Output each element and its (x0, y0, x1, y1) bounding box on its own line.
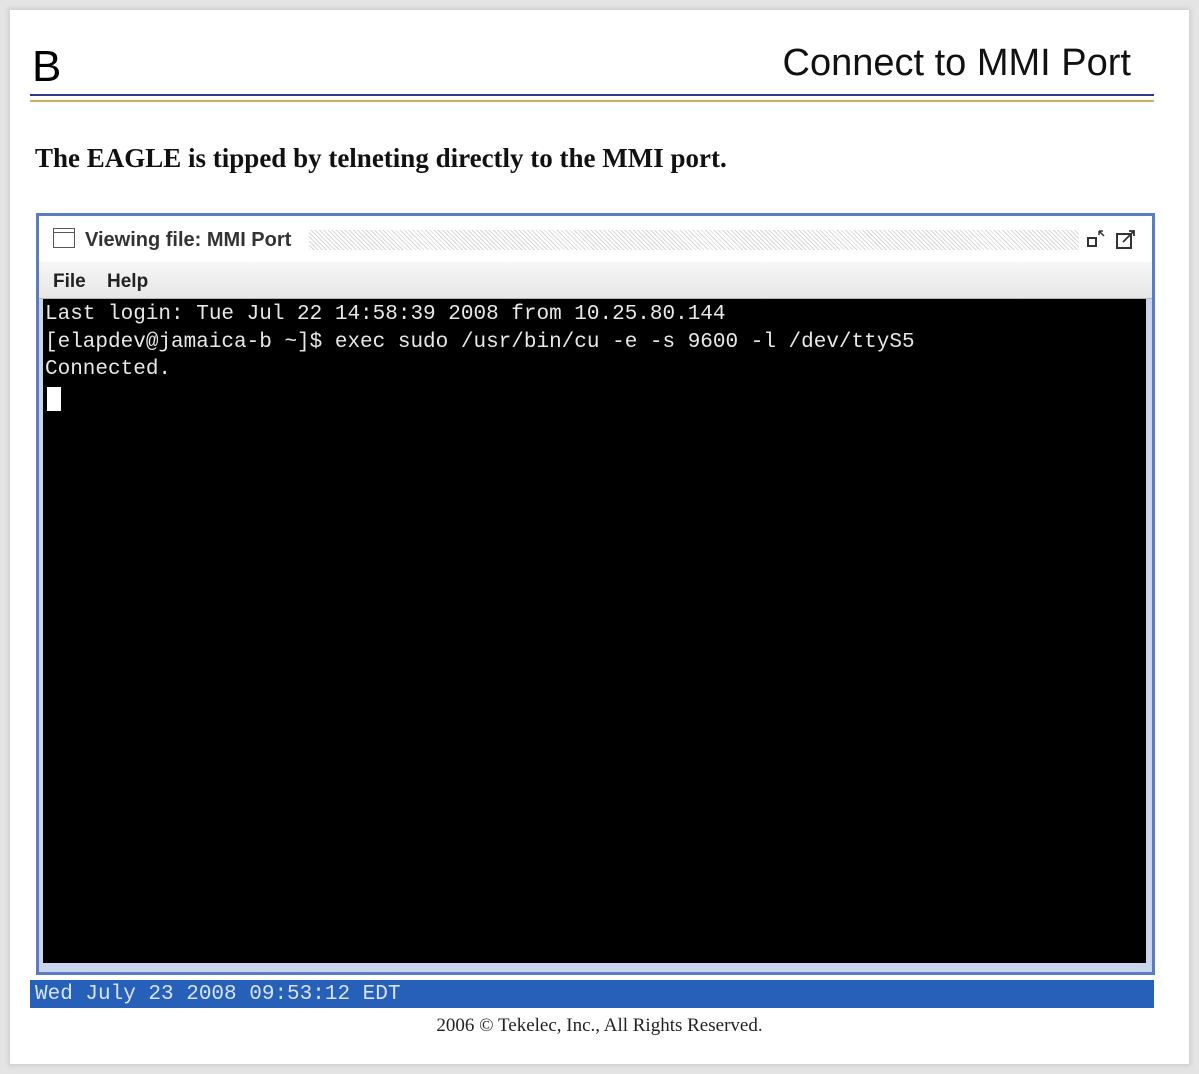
window-titlebar[interactable]: Viewing file: MMI Port (39, 216, 1152, 262)
minimize-icon[interactable] (1085, 228, 1107, 256)
status-datetime: Wed July 23 2008 09:53:12 EDT (35, 983, 401, 1006)
menu-bar: File Help (39, 262, 1152, 299)
terminal-line: Connected. (45, 358, 172, 381)
status-bar: Wed July 23 2008 09:53:12 EDT (30, 980, 1154, 1008)
page-title: Connect to MMI Port (782, 42, 1131, 84)
slide-subtitle: The EAGLE is tipped by telneting directl… (35, 143, 727, 173)
menu-help[interactable]: Help (107, 271, 148, 293)
terminal-line: Last login: Tue Jul 22 14:58:39 2008 fro… (45, 303, 726, 326)
copyright-footer: 2006 © Tekelec, Inc., All Rights Reserve… (436, 1015, 763, 1036)
terminal-line: [elapdev@jamaica-b ~]$ exec sudo /usr/bi… (45, 331, 915, 354)
slide: B Connect to MMI Port The EAGLE is tippe… (10, 10, 1189, 1064)
terminal-output[interactable]: Last login: Tue Jul 22 14:58:39 2008 fro… (43, 299, 1146, 963)
title-divider-gold (30, 100, 1154, 102)
titlebar-pattern (309, 230, 1079, 250)
section-letter: B (32, 42, 62, 91)
terminal-window: Viewing file: MMI Port File Help Last lo… (36, 213, 1155, 975)
maximize-icon[interactable] (1114, 228, 1138, 258)
terminal-cursor (47, 387, 61, 411)
window-icon (53, 228, 75, 248)
window-title: Viewing file: MMI Port (85, 229, 296, 252)
menu-file[interactable]: File (53, 271, 86, 293)
title-divider-blue (30, 94, 1154, 96)
